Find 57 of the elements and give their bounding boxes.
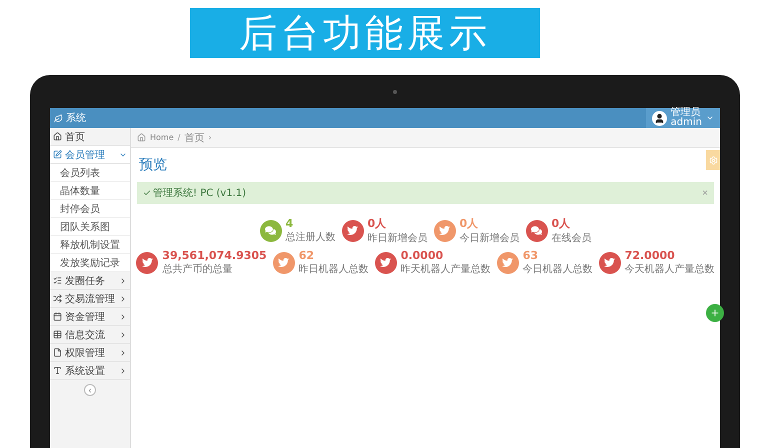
add-button[interactable] (706, 304, 724, 322)
check-icon (143, 189, 151, 197)
menu-icon (53, 150, 62, 159)
user-name: admin (670, 118, 702, 128)
breadcrumb-separator: › (208, 133, 212, 142)
stat-value: 63 (522, 249, 539, 262)
page-title: 预览 (139, 156, 167, 174)
submenu-item[interactable]: 释放机制设置 (50, 236, 130, 254)
user-role: 管理员 (670, 108, 701, 118)
settings-icon (708, 156, 718, 164)
stat-label: 总注册人数 (286, 230, 336, 244)
stat-label: 昨天机器人产量总数 (400, 262, 491, 276)
sidebar-item[interactable]: 发圈任务 (50, 272, 130, 290)
stat-value: 0.0000 (400, 249, 444, 262)
stat-label: 今天机器人产量总数 (624, 262, 715, 276)
submenu-item[interactable]: 会员列表 (50, 164, 130, 182)
stat-value: 0人 (460, 216, 480, 231)
sidebar-item[interactable]: 权限管理 (50, 344, 130, 362)
menu-icon (53, 294, 62, 303)
menu-icon (53, 330, 62, 339)
avatar-icon (652, 110, 667, 126)
app-name: 系统 (54, 111, 86, 125)
stat-value: 0人 (552, 216, 572, 231)
stat-value: 62 (298, 249, 315, 262)
sidebar-item[interactable]: 资金管理 (50, 308, 130, 326)
stat-value: 4 (286, 217, 294, 230)
submenu-item[interactable]: 封停会员 (50, 200, 130, 218)
breadcrumb-separator: / (178, 133, 180, 142)
menu-icon (53, 348, 62, 357)
collapse-button[interactable]: ‹ (84, 384, 96, 396)
menu-icon (53, 366, 62, 375)
stat-label: 今日新增会员 (460, 232, 520, 245)
stat-value: 72.0000 (624, 249, 676, 262)
sidebar-item[interactable]: 系统设置 (50, 362, 130, 380)
submenu-item[interactable]: 团队关系图 (50, 218, 130, 236)
sidebar-item[interactable]: 交易流管理 (50, 290, 130, 308)
leaf-icon (54, 114, 63, 122)
submenu-item[interactable]: 发放奖励记录 (50, 254, 130, 272)
stat-label: 在线会员 (552, 232, 592, 245)
banner-title: 后台功能展示 (190, 8, 540, 58)
stat-value: 0人 (368, 216, 388, 231)
stat-label: 总共产币的总量 (162, 262, 234, 276)
stat-label: 昨日机器人总数 (298, 262, 369, 276)
submenu-item[interactable]: 晶体数量 (50, 182, 130, 200)
home-icon (137, 133, 146, 142)
alert-text: 管理系统! PC (v1.1) (143, 186, 246, 200)
camera-icon (393, 90, 397, 94)
stat-value: 39,561,074.9305 (162, 249, 267, 262)
sidebar-item[interactable]: 会员管理 (50, 146, 130, 164)
menu-icon (53, 132, 62, 141)
stat-label: 昨日新增会员 (368, 232, 428, 245)
caret-icon (706, 114, 714, 122)
menu-icon (53, 312, 62, 321)
stat-label: 今日机器人总数 (522, 262, 593, 276)
sidebar-item[interactable]: 信息交流 (50, 326, 130, 344)
menu-icon (53, 276, 62, 285)
plus-icon (710, 308, 720, 318)
